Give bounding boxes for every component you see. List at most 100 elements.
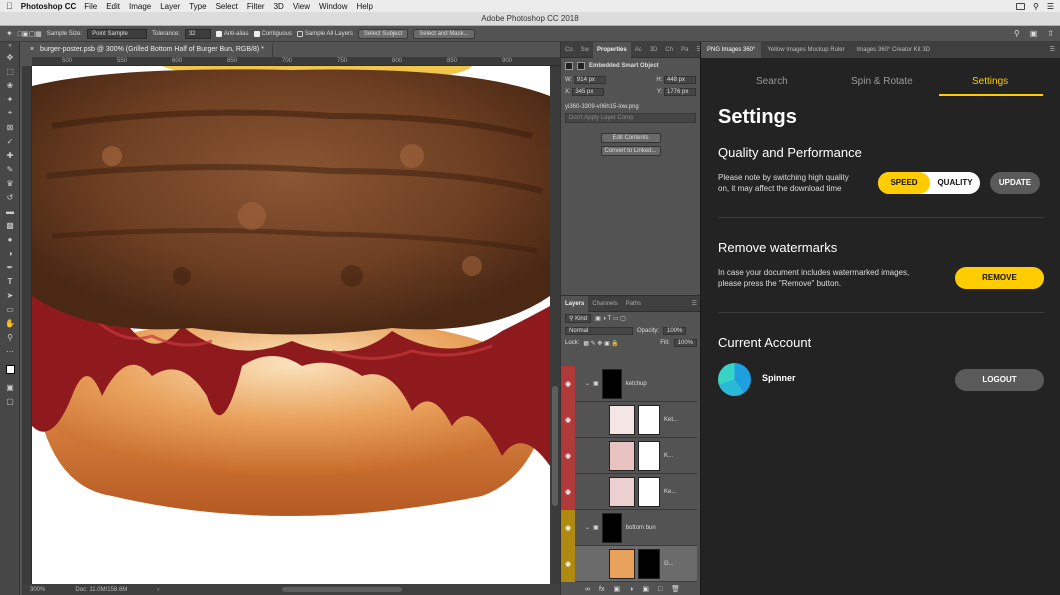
eye-icon[interactable]: ◉ — [561, 509, 575, 546]
healing-tool-icon[interactable]: ✚ — [0, 148, 20, 162]
menu-list-icon[interactable]: ☰ — [1047, 2, 1054, 11]
layer-comp-select[interactable]: Don't Apply Layer Comp — [565, 113, 696, 123]
tab-paths[interactable]: Pa — [677, 42, 692, 58]
layer-row[interactable]: ◉ Ke... — [561, 473, 697, 510]
layer-thumbnail[interactable] — [609, 548, 635, 579]
blend-mode-select[interactable]: Normal — [565, 327, 633, 335]
close-icon[interactable]: × — [30, 46, 34, 53]
eye-icon[interactable]: ◉ — [561, 473, 575, 510]
menu-view[interactable]: View — [293, 2, 310, 11]
layer-thumbnail[interactable] — [609, 440, 635, 471]
layer-row[interactable]: ◉ ⌄ ▣ ketchup — [561, 365, 697, 402]
x-field[interactable]: 345 px — [572, 88, 605, 96]
menu-type[interactable]: Type — [189, 2, 206, 11]
menu-edit[interactable]: Edit — [106, 2, 120, 11]
canvas-vertical-scrollbar[interactable] — [550, 66, 560, 584]
menu-window[interactable]: Window — [319, 2, 347, 11]
trash-icon[interactable]: 🗑 — [671, 585, 680, 593]
fill-field[interactable]: 100% — [673, 339, 697, 347]
sample-all-layers-checkbox[interactable]: Sample All Layers — [296, 30, 353, 37]
chevron-down-icon[interactable]: ⌄ — [585, 380, 590, 387]
eraser-tool-icon[interactable]: ▬ — [0, 204, 20, 218]
doc-info[interactable]: Doc: 11.0M/158.6M — [75, 587, 127, 593]
filter-kind-select[interactable]: ⚲ Kind — [565, 314, 592, 323]
hand-tool-icon[interactable]: ✋ — [0, 316, 20, 330]
menu-file[interactable]: File — [84, 2, 97, 11]
menu-select[interactable]: Select — [216, 2, 238, 11]
tab-paths[interactable]: Paths — [622, 296, 645, 312]
layer-mask-thumbnail[interactable] — [638, 440, 660, 471]
lock-icons[interactable]: ▦ ✎ ✥ ▣ 🔒 — [583, 340, 619, 347]
eye-icon[interactable]: ◉ — [561, 545, 575, 582]
remove-button[interactable]: REMOVE — [955, 267, 1044, 289]
width-field[interactable]: 914 px — [573, 76, 606, 84]
history-brush-tool-icon[interactable]: ↺ — [0, 190, 20, 204]
selection-mode-icons[interactable]: □▣▢▦ — [18, 30, 42, 38]
tab-png-images-360[interactable]: PNG Images 360° — [701, 42, 762, 58]
tab-mockup-ruler[interactable]: Yellow Images Mockup Ruler — [761, 42, 850, 58]
search-icon[interactable]: ⚲ — [1014, 29, 1020, 38]
gradient-tool-icon[interactable]: ▩ — [0, 218, 20, 232]
contiguous-checkbox[interactable]: Contiguous — [253, 30, 292, 37]
height-field[interactable]: 448 px — [664, 76, 696, 84]
pen-tool-icon[interactable]: ✒ — [0, 260, 20, 274]
edit-contents-button[interactable]: Edit Contents — [600, 133, 661, 143]
workspace-icon[interactable]: ▣ — [1030, 29, 1038, 38]
menu-help[interactable]: Help — [356, 2, 372, 11]
y-field[interactable]: 1776 px — [664, 88, 696, 96]
menu-image[interactable]: Image — [129, 2, 151, 11]
layer-thumbnail[interactable] — [609, 404, 635, 435]
zoom-tool-icon[interactable]: ⚲ — [0, 330, 20, 344]
eye-icon[interactable]: ◉ — [561, 365, 575, 402]
update-button[interactable]: UPDATE — [990, 172, 1040, 194]
new-layer-icon[interactable]: □ — [658, 586, 662, 593]
frame-tool-icon[interactable]: ⊠ — [0, 120, 20, 134]
new-group-icon[interactable]: ▣ — [642, 585, 649, 593]
brush-tool-icon[interactable]: ✎ — [0, 162, 20, 176]
zoom-level[interactable]: 300% — [30, 587, 45, 593]
lasso-tool-icon[interactable]: ❀ — [0, 78, 20, 92]
tab-color[interactable]: Co — [561, 42, 577, 58]
magic-wand-tool-icon[interactable]: ✦ — [6, 29, 13, 38]
menu-3d[interactable]: 3D — [274, 2, 284, 11]
speed-option[interactable]: SPEED — [878, 172, 930, 194]
scrollbar-thumb[interactable] — [552, 386, 558, 506]
sample-size-select[interactable]: Point Sample — [87, 28, 148, 39]
battery-icon[interactable] — [1015, 2, 1025, 10]
menu-layer[interactable]: Layer — [160, 2, 180, 11]
layer-mask-thumbnail[interactable] — [601, 512, 622, 543]
layer-mask-thumbnail[interactable] — [601, 368, 622, 399]
quick-mask-icon[interactable]: ▣ — [0, 380, 20, 394]
shape-tool-icon[interactable]: ▭ — [0, 302, 20, 316]
move-tool-icon[interactable]: ✥ — [0, 50, 20, 64]
fx-icon[interactable]: fx — [599, 586, 604, 593]
stamp-tool-icon[interactable]: ♛ — [0, 176, 20, 190]
layer-mask-thumbnail[interactable] — [638, 404, 660, 435]
canvas-horizontal-scrollbar[interactable] — [282, 587, 402, 592]
blur-tool-icon[interactable]: ● — [0, 232, 20, 246]
link-icon[interactable]: ∞ — [585, 586, 590, 593]
apple-icon[interactable]:  — [6, 1, 13, 11]
tab-actions[interactable]: Ac — [631, 42, 646, 58]
document-canvas[interactable] — [32, 66, 550, 584]
select-subject-button[interactable]: Select Subject — [357, 28, 409, 39]
quality-toggle[interactable]: SPEED QUALITY — [878, 172, 980, 194]
tab-3d[interactable]: 3D — [646, 42, 662, 58]
layer-mask-thumbnail[interactable] — [638, 476, 660, 507]
add-mask-icon[interactable]: ▣ — [613, 585, 620, 593]
share-icon[interactable]: ⇧ — [1047, 29, 1054, 38]
tolerance-input[interactable]: 32 — [184, 28, 211, 39]
menu-filter[interactable]: Filter — [247, 2, 265, 11]
collapse-icon[interactable]: » — [0, 42, 20, 50]
nav-spin-rotate[interactable]: Spin & Rotate — [851, 76, 913, 87]
panel-menu-icon[interactable]: ☰ — [1044, 42, 1060, 58]
screen-mode-icon[interactable]: ▢ — [0, 394, 20, 408]
tab-creator-kit[interactable]: Images 360° Creator Kit 3D — [851, 42, 936, 58]
tab-swatches[interactable]: Sw — [577, 42, 593, 58]
adjustment-icon[interactable]: ◑ — [629, 586, 633, 593]
nav-search[interactable]: Search — [756, 76, 788, 87]
more-tools-icon[interactable]: ⋯ — [0, 344, 20, 358]
chevron-down-icon[interactable]: ⌄ — [585, 524, 590, 531]
eye-icon[interactable]: ◉ — [561, 437, 575, 474]
layer-row[interactable]: ◉ ⌄ ▣ bottom bun — [561, 509, 697, 546]
